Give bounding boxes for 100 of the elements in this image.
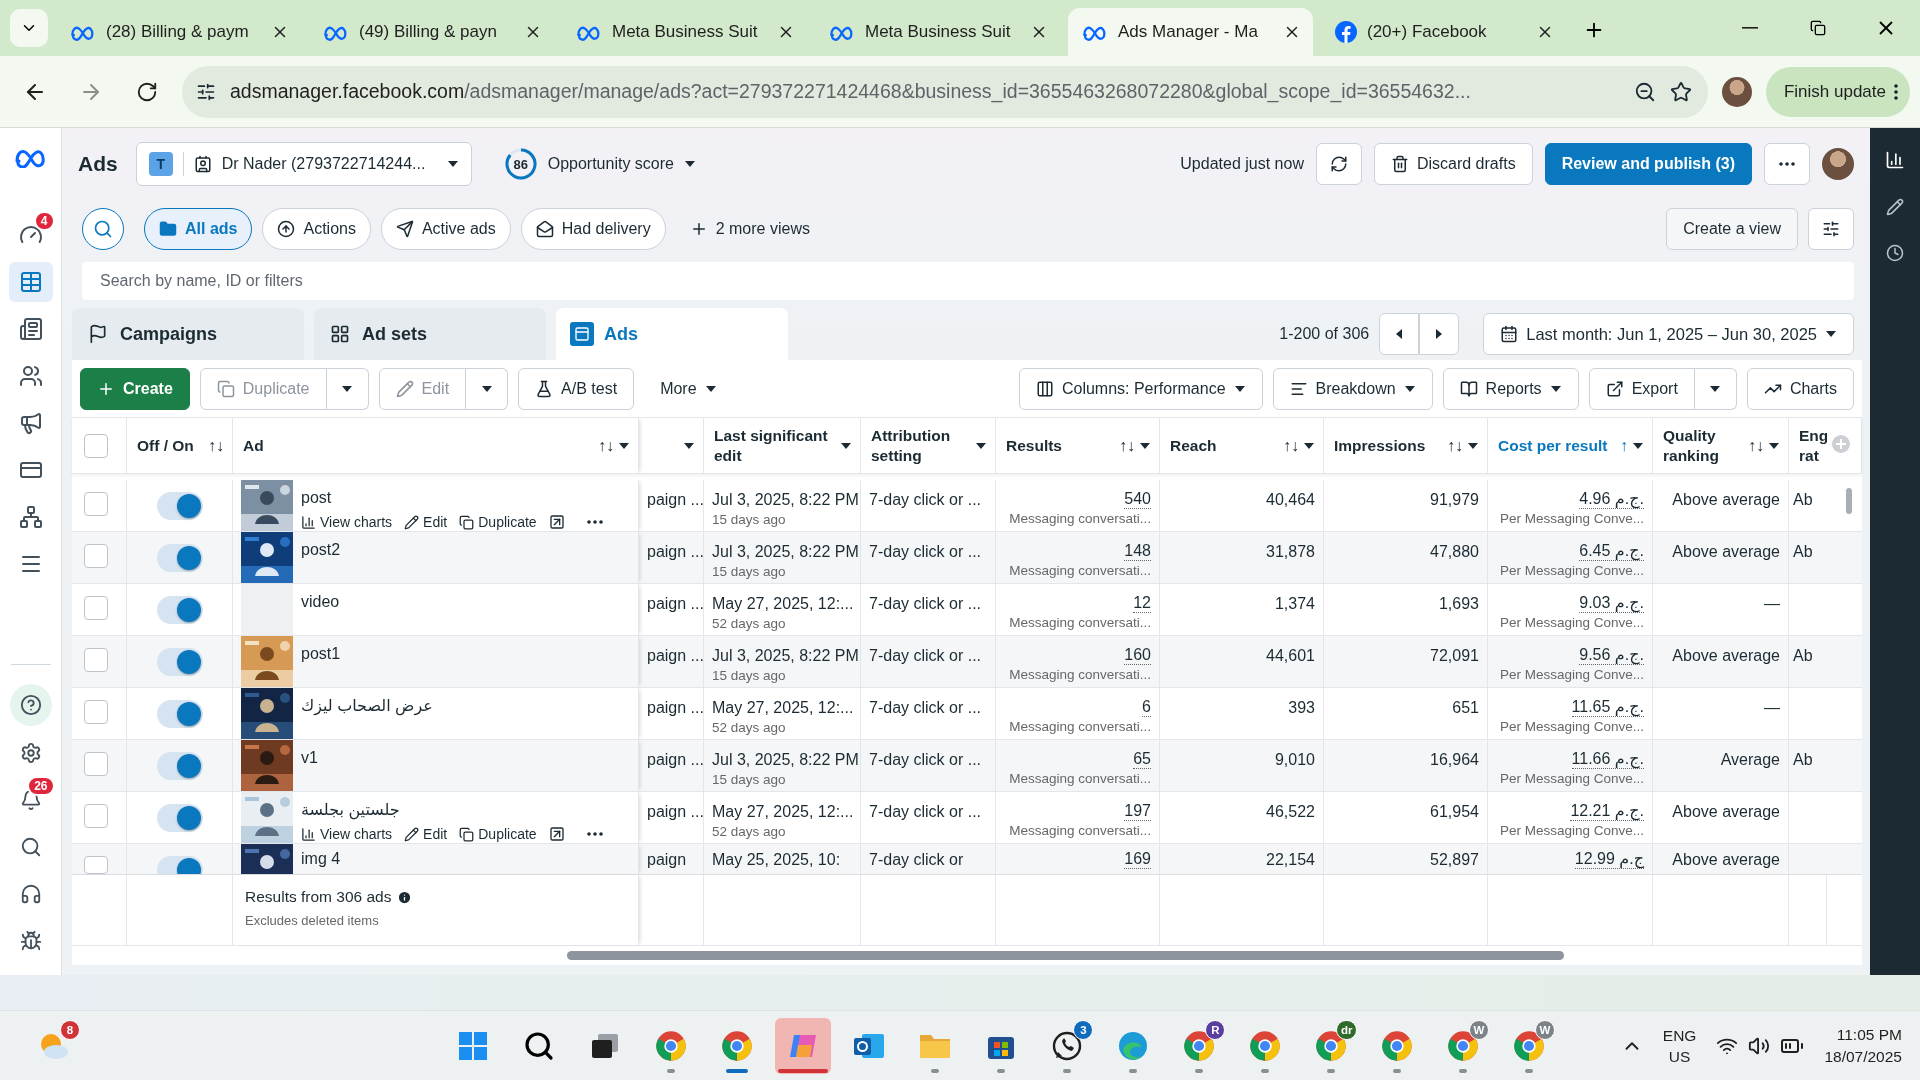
pencil-icon[interactable] (1886, 198, 1904, 216)
nav-item[interactable] (9, 684, 52, 726)
sort-toggle[interactable]: ↑↓ (1283, 435, 1299, 456)
toggle-switch[interactable] (156, 804, 203, 833)
browser-tab[interactable]: (20+) Facebook (1321, 8, 1566, 56)
share-icon[interactable] (548, 826, 565, 843)
update-button[interactable]: Finish update (1765, 66, 1910, 117)
level-tab[interactable]: Campaigns (72, 308, 304, 360)
ad-name[interactable]: video (301, 592, 340, 613)
profile-avatar[interactable] (1721, 76, 1752, 107)
view-chip[interactable]: Active ads (380, 208, 511, 250)
publish-button[interactable]: Review and publish (3) (1544, 143, 1752, 185)
column-header[interactable]: Last significant edit (714, 425, 836, 466)
ad-name[interactable]: post1 (301, 644, 341, 665)
toggle-switch[interactable] (156, 752, 203, 781)
toggle-thumb[interactable] (176, 702, 201, 727)
profile-avatar[interactable] (1822, 148, 1854, 180)
view-chip[interactable]: Had delivery (520, 208, 666, 250)
toggle-thumb[interactable] (176, 858, 201, 875)
row-checkbox[interactable] (84, 700, 108, 725)
taskbar-app[interactable]: R (1171, 1017, 1228, 1074)
more-icon[interactable] (586, 832, 603, 837)
menu-button[interactable]: Breakdown (1272, 367, 1433, 410)
toggle-thumb[interactable] (176, 494, 201, 519)
search-button[interactable] (82, 208, 124, 250)
weather-widget[interactable]: 8 (26, 1017, 82, 1074)
browser-tab[interactable]: (49) Billing & payn (309, 8, 554, 56)
column-header[interactable]: Off / On (137, 435, 204, 456)
toggle-thumb[interactable] (176, 546, 201, 571)
taskbar-app[interactable]: dr (1303, 1017, 1360, 1074)
row-action-link[interactable]: View charts (301, 824, 393, 844)
account-selector[interactable]: T Dr Nader (2793722714244... (135, 142, 472, 186)
taskbar-app[interactable]: 3 (1039, 1017, 1096, 1074)
zoom-icon[interactable] (1633, 80, 1656, 103)
date-range-button[interactable]: Last month: Jun 1, 2025 – Jun 30, 2025 (1483, 313, 1854, 355)
sort-toggle[interactable]: ↑↓ (1447, 435, 1463, 456)
toggle-thumb[interactable] (176, 806, 201, 831)
row-action-link[interactable]: View charts (301, 512, 393, 532)
toolbar-button[interactable]: Charts (1746, 367, 1854, 410)
level-tab[interactable]: Ads (556, 308, 788, 360)
toggle-switch[interactable] (156, 596, 203, 625)
toggle-switch[interactable] (156, 700, 203, 729)
toggle-switch[interactable] (156, 648, 203, 677)
menu-button[interactable]: Reports (1442, 367, 1579, 410)
view-settings-button[interactable] (1808, 208, 1854, 250)
column-header[interactable]: Eng rat (1799, 425, 1827, 466)
language-indicator[interactable]: ENG US (1662, 1024, 1697, 1067)
column-header[interactable]: Reach (1170, 435, 1279, 456)
refresh-button[interactable] (1315, 143, 1362, 185)
browser-tab[interactable]: Meta Business Suit (815, 8, 1060, 56)
row-action-link[interactable]: Duplicate (459, 824, 537, 844)
browser-tab[interactable]: (28) Billing & paym (56, 8, 301, 56)
row-action-link[interactable]: Duplicate (459, 512, 537, 532)
share-icon[interactable] (548, 514, 565, 531)
row-action-link[interactable]: Edit (404, 512, 448, 532)
row-checkbox[interactable] (84, 544, 108, 569)
row-checkbox[interactable] (84, 596, 108, 621)
view-chip[interactable]: All ads (144, 208, 253, 250)
row-checkbox[interactable] (84, 752, 108, 777)
toggle-switch[interactable] (156, 544, 203, 573)
site-info-icon[interactable] (196, 81, 216, 102)
create-view-button[interactable]: Create a view (1666, 208, 1798, 250)
toggle-thumb[interactable] (176, 650, 201, 675)
select-all-checkbox[interactable] (84, 434, 108, 459)
column-header[interactable]: Attribution setting (871, 425, 971, 466)
column-header[interactable]: Results (1006, 435, 1115, 456)
sort-toggle[interactable]: ↑↓ (598, 435, 614, 456)
menu-button[interactable]: Columns: Performance (1018, 367, 1263, 410)
sort-toggle[interactable]: ↑↓ (1119, 435, 1135, 456)
info-icon[interactable] (397, 889, 413, 905)
row-action-link[interactable]: Edit (404, 824, 448, 844)
row-checkbox[interactable] (84, 804, 108, 829)
ad-name[interactable]: عرض الصحاب ليزك (301, 696, 433, 717)
ad-name[interactable]: v1 (301, 748, 318, 769)
chart-icon[interactable] (1885, 150, 1905, 170)
toolbar-button[interactable]: Export (1588, 367, 1695, 410)
create-button[interactable]: Create (80, 367, 190, 410)
toggle-thumb[interactable] (176, 754, 201, 779)
clock-icon[interactable] (1886, 244, 1904, 262)
address-bar[interactable]: adsmanager.facebook.com/adsmanager/manage/ads?act=279372271424468&business_id=3655463268072280&global_scope_id=36554632... (182, 65, 1708, 118)
sort-toggle[interactable]: ↑↓ (208, 435, 224, 456)
column-header[interactable]: Quality ranking (1663, 425, 1744, 466)
clock[interactable]: 11:05 PM 18/07/2025 (1824, 1023, 1902, 1068)
row-checkbox[interactable] (84, 856, 108, 875)
more-views-button[interactable]: 2 more views (683, 219, 816, 239)
column-header[interactable]: Cost per result (1498, 435, 1616, 456)
ad-name[interactable]: post (301, 488, 603, 509)
scrollbar-thumb[interactable] (567, 951, 1564, 961)
row-checkbox[interactable] (84, 648, 108, 673)
sort-toggle[interactable]: ↑ (1620, 435, 1628, 456)
nav-item[interactable] (8, 262, 53, 302)
more-icon[interactable] (586, 520, 603, 525)
toolbar-button[interactable]: A/B test (518, 367, 635, 410)
taskbar-app[interactable]: W (1435, 1017, 1492, 1074)
column-header[interactable]: Impressions (1334, 435, 1443, 456)
level-tab[interactable]: Ad sets (314, 308, 546, 360)
browser-tab[interactable]: Ads Manager - Ma (1068, 8, 1313, 56)
sort-toggle[interactable]: ↑↓ (1748, 435, 1764, 456)
toggle-thumb[interactable] (176, 598, 201, 623)
discard-drafts-button[interactable]: Discard drafts (1373, 143, 1533, 185)
